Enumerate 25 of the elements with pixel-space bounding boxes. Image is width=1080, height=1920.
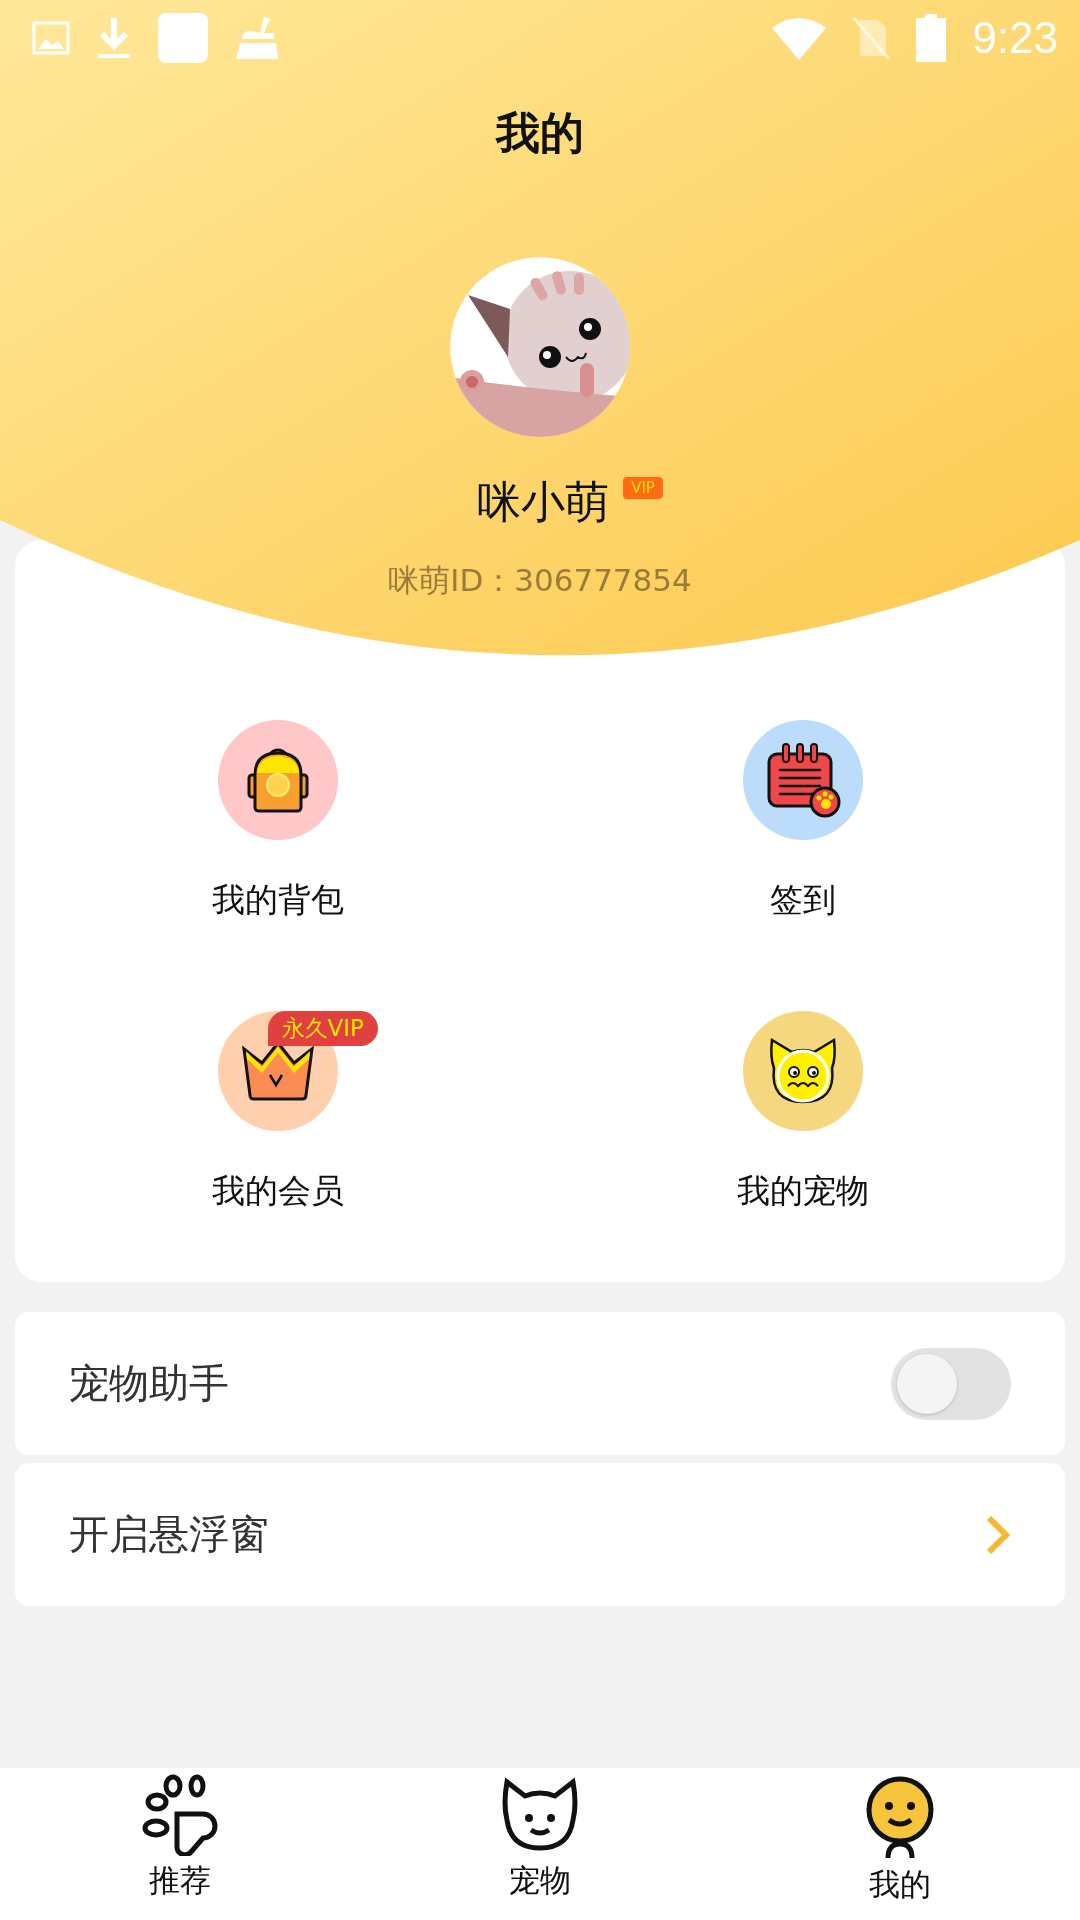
battery-icon [916,14,947,62]
image-icon [32,21,70,55]
settings-row[interactable]: 宠物助手 [15,1312,1065,1455]
menu-label[interactable]: 我的背包 [211,878,344,923]
broom-icon [234,15,280,61]
user-name: 咪小萌 [477,475,610,529]
nav-tab[interactable]: 推荐 [0,1768,360,1920]
download-icon [96,16,132,60]
vip-badge: VIP [623,477,663,499]
nav-tab[interactable]: 我的 [720,1768,1080,1920]
user-id: 咪萌ID：306777854 [388,561,692,600]
square-icon [158,13,208,63]
nav-tab[interactable]: 宠物 [360,1768,720,1920]
settings-label: 开启悬浮窗 [69,1510,270,1559]
menu-label[interactable]: 签到 [769,878,836,923]
settings-label: 宠物助手 [69,1359,230,1408]
status-time: 9:23 [972,13,1058,63]
chevron-right-icon [985,1513,1011,1556]
wifi-icon [772,16,827,60]
vip-badge: 永久VIP [267,1011,378,1046]
no-sim-icon [852,16,891,60]
menu-label[interactable]: 我的宠物 [736,1169,869,1214]
settings-row[interactable]: 开启悬浮窗 [15,1463,1065,1606]
page-title: 我的 [496,106,584,160]
menu-label[interactable]: 我的会员 [211,1169,344,1214]
